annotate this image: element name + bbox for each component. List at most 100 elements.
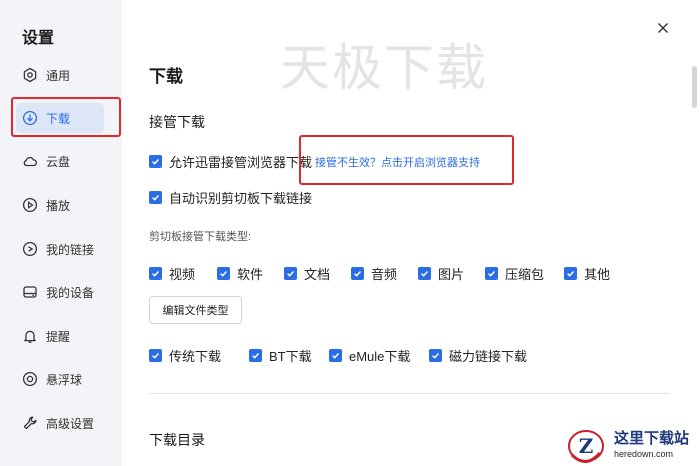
- protocol-bt: BT下载: [249, 346, 329, 365]
- file-type-other-checkbox[interactable]: [564, 267, 577, 280]
- section-heading-takeover: 接管下载: [149, 114, 205, 130]
- edit-file-types-button[interactable]: 编辑文件类型: [149, 296, 242, 324]
- protocol-label: 磁力链接下载: [449, 349, 528, 364]
- bell-icon: [22, 328, 38, 344]
- file-type-other: 其他: [564, 264, 610, 283]
- file-type-audio-checkbox[interactable]: [351, 267, 364, 280]
- clipboard-detect-checkbox[interactable]: [149, 191, 162, 204]
- protocol-magnet-checkbox[interactable]: [429, 349, 442, 362]
- allow-browser-takeover-checkbox[interactable]: [149, 155, 162, 168]
- settings-window: 设置 通用 下载 云盘 播放 我的链接 我的设备 提醒 悬浮球 高级设置 天极下…: [0, 0, 700, 466]
- wrench-icon: [22, 415, 38, 431]
- protocol-label: eMule下载: [349, 349, 411, 364]
- page-title: 下载: [149, 67, 183, 86]
- sidebar-item-label: 悬浮球: [46, 372, 83, 387]
- allow-browser-takeover-label: 允许迅雷接管浏览器下载: [169, 155, 313, 170]
- site-logo-letter: Z: [579, 434, 594, 458]
- sidebar-item-label: 我的链接: [46, 242, 95, 257]
- scrollbar-thumb[interactable]: [692, 66, 697, 108]
- sidebar-item-advanced[interactable]: 高级设置: [16, 408, 104, 438]
- site-logo: Z 这里下载站 heredown.com: [566, 424, 700, 466]
- section-heading-directory: 下载目录: [149, 432, 205, 448]
- check-icon: [488, 271, 496, 277]
- protocol-row: 传统下载 BT下载 eMule下载 磁力链接下载: [149, 346, 527, 365]
- file-type-archive: 压缩包: [485, 264, 564, 283]
- sidebar-item-label: 下载: [46, 111, 71, 126]
- file-type-label: 压缩包: [505, 267, 545, 282]
- check-icon: [432, 353, 440, 359]
- allow-browser-takeover-row: 允许迅雷接管浏览器下载 接管不生效？点击开启浏览器支持: [149, 152, 480, 171]
- check-icon: [332, 353, 340, 359]
- sidebar-item-float-ball[interactable]: 悬浮球: [16, 364, 104, 394]
- sidebar-item-my-links[interactable]: 我的链接: [16, 234, 104, 264]
- file-type-label: 软件: [237, 267, 264, 282]
- file-type-document-checkbox[interactable]: [284, 267, 297, 280]
- file-type-archive-checkbox[interactable]: [485, 267, 498, 280]
- clipboard-types-label: 剪切板接管下载类型:: [149, 231, 252, 243]
- sidebar-item-label: 通用: [46, 68, 71, 83]
- hexagon-settings-icon: [22, 67, 38, 83]
- file-type-software-checkbox[interactable]: [217, 267, 230, 280]
- link-circle-icon: [22, 241, 38, 257]
- protocol-magnet: 磁力链接下载: [429, 346, 527, 365]
- check-icon: [421, 271, 429, 277]
- file-type-image: 图片: [418, 264, 485, 283]
- watermark: 天极下载: [280, 39, 488, 97]
- float-ball-icon: [22, 371, 38, 387]
- enable-browser-support-link[interactable]: 接管不生效？点击开启浏览器支持: [315, 154, 480, 170]
- sidebar-title: 设置: [22, 30, 55, 47]
- site-logo-domain: heredown.com: [614, 449, 674, 459]
- file-type-software: 软件: [217, 264, 284, 283]
- file-type-audio: 音频: [351, 264, 418, 283]
- sidebar-item-my-devices[interactable]: 我的设备: [16, 277, 104, 307]
- sidebar: 设置 通用 下载 云盘 播放 我的链接 我的设备 提醒 悬浮球 高级设置: [0, 0, 122, 466]
- check-icon: [252, 353, 260, 359]
- file-type-label: 视频: [169, 267, 196, 282]
- file-type-document: 文档: [284, 264, 351, 283]
- protocol-bt-checkbox[interactable]: [249, 349, 262, 362]
- sidebar-item-download[interactable]: 下载: [16, 103, 104, 133]
- clipboard-detect-label: 自动识别剪切板下载链接: [169, 191, 313, 206]
- cloud-icon: [22, 153, 38, 169]
- play-circle-icon: [22, 197, 38, 213]
- file-type-video: 视频: [149, 264, 217, 283]
- sidebar-item-label: 我的设备: [46, 285, 95, 300]
- close-button[interactable]: [655, 20, 671, 36]
- protocol-traditional: 传统下载: [149, 346, 249, 365]
- clipboard-detect-row: 自动识别剪切板下载链接: [149, 188, 312, 207]
- sidebar-item-label: 提醒: [46, 329, 71, 344]
- file-type-label: 图片: [438, 267, 465, 282]
- sidebar-item-label: 播放: [46, 198, 71, 213]
- sidebar-item-label: 高级设置: [46, 416, 95, 431]
- sidebar-item-play[interactable]: 播放: [16, 190, 104, 220]
- file-type-row: 视频 软件 文档 音频 图片 压缩包 其他: [149, 264, 610, 283]
- site-logo-icon: Z: [568, 430, 604, 463]
- file-type-image-checkbox[interactable]: [418, 267, 431, 280]
- sidebar-item-general[interactable]: 通用: [16, 60, 104, 90]
- sidebar-item-reminder[interactable]: 提醒: [16, 321, 104, 351]
- protocol-label: BT下载: [269, 349, 312, 364]
- check-icon: [152, 353, 160, 359]
- file-type-label: 文档: [304, 267, 331, 282]
- sidebar-item-label: 云盘: [46, 154, 71, 169]
- check-icon: [152, 271, 160, 277]
- protocol-traditional-checkbox[interactable]: [149, 349, 162, 362]
- close-icon: [658, 23, 668, 33]
- check-icon: [220, 271, 228, 277]
- section-divider: [149, 393, 670, 394]
- sidebar-item-cloud[interactable]: 云盘: [16, 146, 104, 176]
- check-icon: [152, 159, 160, 165]
- check-icon: [152, 195, 160, 201]
- check-icon: [567, 271, 575, 277]
- file-type-label: 音频: [371, 267, 398, 282]
- protocol-label: 传统下载: [169, 349, 222, 364]
- protocol-emule-checkbox[interactable]: [329, 349, 342, 362]
- file-type-label: 其他: [584, 267, 611, 282]
- check-icon: [287, 271, 295, 277]
- site-logo-name: 这里下载站: [614, 429, 690, 447]
- file-type-video-checkbox[interactable]: [149, 267, 162, 280]
- protocol-emule: eMule下载: [329, 346, 429, 365]
- download-circle-icon: [22, 110, 38, 126]
- device-icon: [22, 284, 38, 300]
- check-icon: [354, 271, 362, 277]
